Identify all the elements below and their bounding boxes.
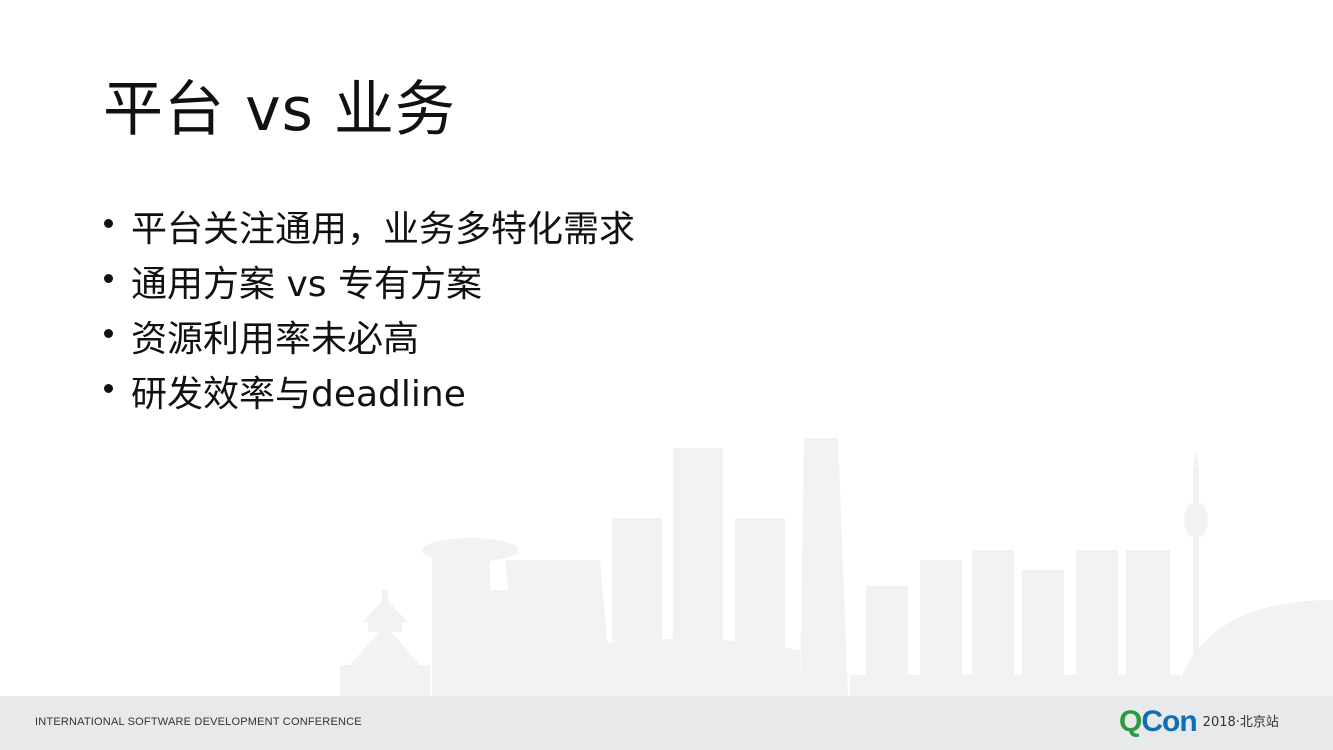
slide-title: 平台 vs 业务 — [103, 75, 456, 145]
bullet-item: 研发效率与deadline — [100, 363, 635, 418]
bullet-text: 通用方案 vs 专有方案 — [131, 263, 482, 305]
bullet-text: 平台关注通用，业务多特化需求 — [131, 208, 636, 250]
bullet-dot-icon — [104, 329, 113, 338]
bullet-text: 资源利用率未必高 — [131, 318, 420, 360]
logo-con: Con — [1141, 705, 1197, 738]
logo-edition: 2018·北京站 — [1202, 714, 1279, 730]
bullet-item: 通用方案 vs 专有方案 — [100, 253, 635, 308]
bullet-item: 平台关注通用，业务多特化需求 — [100, 198, 635, 253]
footer-bar: INTERNATIONAL SOFTWARE DEVELOPMENT CONFE… — [0, 696, 1333, 750]
bullet-item: 资源利用率未必高 — [100, 308, 635, 363]
qcon-logo: Q Con 2018·北京站 — [1119, 704, 1279, 740]
bullet-text: 研发效率与deadline — [131, 373, 466, 415]
bullet-dot-icon — [104, 274, 113, 283]
bullet-dot-icon — [104, 384, 113, 393]
conference-name: INTERNATIONAL SOFTWARE DEVELOPMENT CONFE… — [35, 716, 362, 728]
bullet-dot-icon — [104, 219, 113, 228]
slide: 平台 vs 业务 平台关注通用，业务多特化需求 通用方案 vs 专有方案 资源利… — [0, 0, 1333, 750]
logo-q: Q — [1119, 705, 1142, 738]
city-skyline-background — [340, 438, 1333, 696]
bullet-list: 平台关注通用，业务多特化需求 通用方案 vs 专有方案 资源利用率未必高 研发效… — [100, 198, 635, 418]
